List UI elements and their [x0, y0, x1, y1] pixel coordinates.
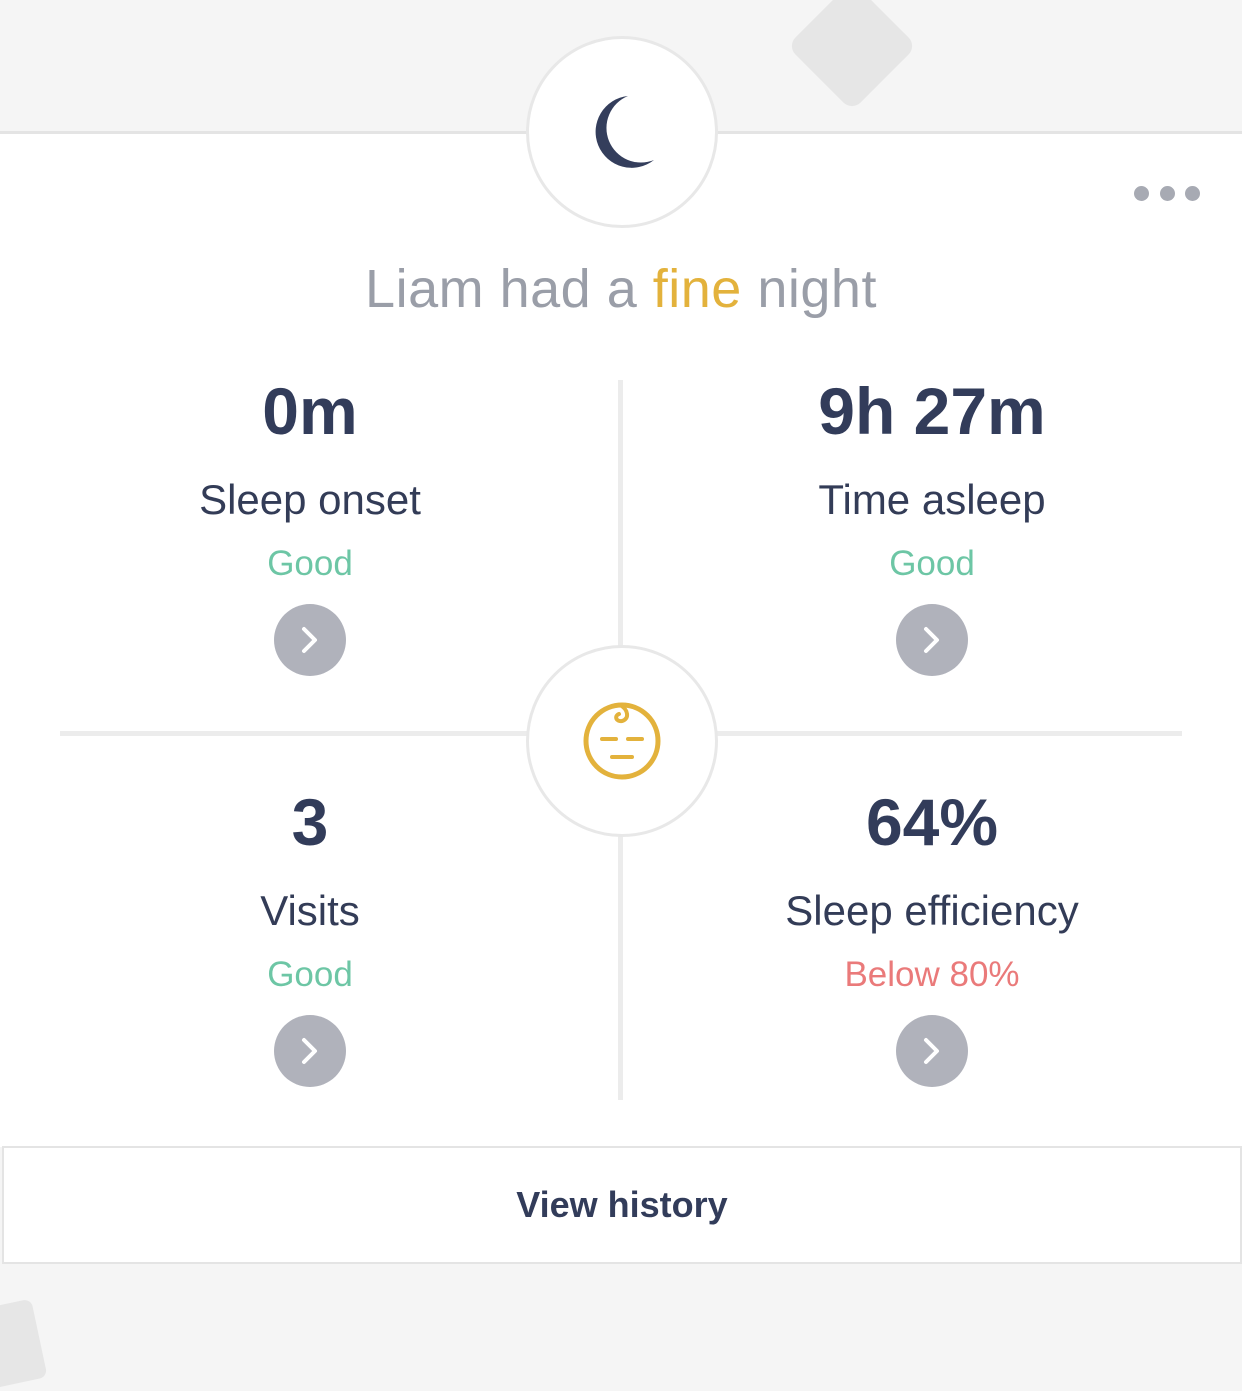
sleep-onset-details-button[interactable] — [274, 604, 346, 676]
metric-label: Visits — [260, 887, 360, 934]
night-summary-headline: Liam had a fine night — [0, 258, 1242, 320]
moon-badge — [526, 36, 718, 228]
more-options-icon[interactable] — [1134, 180, 1200, 206]
moon-icon — [595, 96, 654, 168]
metric-value: 64% — [865, 785, 999, 859]
metric-label: Sleep efficiency — [785, 887, 1079, 934]
time-asleep-details-button[interactable] — [896, 604, 968, 676]
metric-status: Good — [267, 544, 353, 583]
metric-status: Good — [889, 544, 975, 583]
chevron-right-icon — [924, 1038, 939, 1064]
metric-value: 0m — [262, 374, 358, 448]
divider-vertical-bottom — [618, 836, 623, 1100]
metric-status: Good — [267, 955, 353, 994]
headline-prefix: Liam had a — [365, 259, 638, 319]
divider-horizontal-left — [60, 731, 528, 736]
visits-details-button[interactable] — [274, 1015, 346, 1087]
sleeping-baby-face-icon — [583, 702, 661, 780]
chevron-right-icon — [924, 627, 939, 653]
divider-horizontal-right — [714, 731, 1182, 736]
metric-status: Below 80% — [844, 955, 1020, 994]
headline-suffix: night — [757, 259, 877, 319]
sleep-efficiency-details-button[interactable] — [896, 1015, 968, 1087]
chevron-right-icon — [302, 1038, 317, 1064]
metric-label: Sleep onset — [199, 476, 421, 523]
view-history-label: View history — [516, 1184, 728, 1225]
divider-vertical-top — [618, 380, 623, 646]
chevron-right-icon — [302, 627, 317, 653]
view-history-button[interactable]: View history — [2, 1146, 1242, 1264]
headline-quality: fine — [652, 259, 742, 319]
background-shape — [786, 0, 918, 112]
background-shape-corner — [0, 1298, 48, 1391]
metric-value: 3 — [291, 785, 329, 859]
metric-value: 9h 27m — [818, 374, 1046, 448]
metric-label: Time asleep — [818, 476, 1046, 523]
